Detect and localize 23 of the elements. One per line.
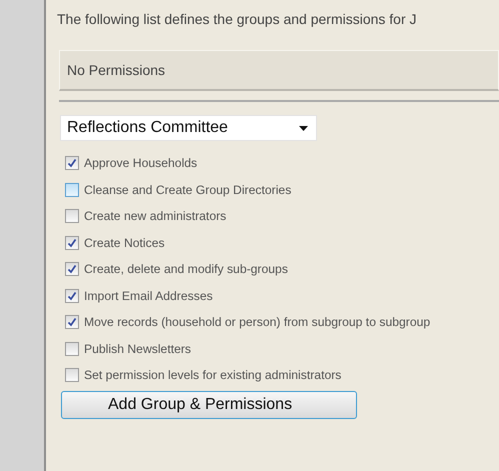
checkbox[interactable] <box>65 209 79 224</box>
checkbox-label: Move records (household or person) from subgroup to subgroup <box>84 314 430 332</box>
checkbox-label: Publish Newsletters <box>84 340 192 358</box>
checkbox[interactable] <box>65 342 79 356</box>
intro-text: The following list defines the groups and permissions for J <box>57 10 418 28</box>
add-group-button[interactable]: Add Group & Permissions <box>61 390 357 418</box>
checkbox-label: Cleanse and Create Group Directories <box>84 182 292 199</box>
checkbox-label: Import Email Addresses <box>84 288 213 305</box>
checkbox[interactable] <box>65 315 79 330</box>
checkbox-label: Create new administrators <box>84 208 226 226</box>
checkbox-label: Create, delete and modify sub-groups <box>84 261 288 278</box>
panel-text: No Permissions <box>67 60 166 80</box>
checkbox[interactable] <box>65 368 79 382</box>
checkbox-label: Set permission levels for existing administrators <box>84 367 342 384</box>
group-dropdown[interactable]: Reflections Committee <box>60 115 317 141</box>
checkbox[interactable] <box>65 236 79 250</box>
checkbox[interactable] <box>65 182 79 197</box>
checkbox-label: Create Notices <box>84 234 165 252</box>
checkbox[interactable] <box>65 156 79 170</box>
checkbox[interactable] <box>65 262 79 276</box>
checkbox[interactable] <box>65 288 79 303</box>
checkbox-label: Approve Households <box>84 155 198 172</box>
caret-icon <box>299 126 308 130</box>
